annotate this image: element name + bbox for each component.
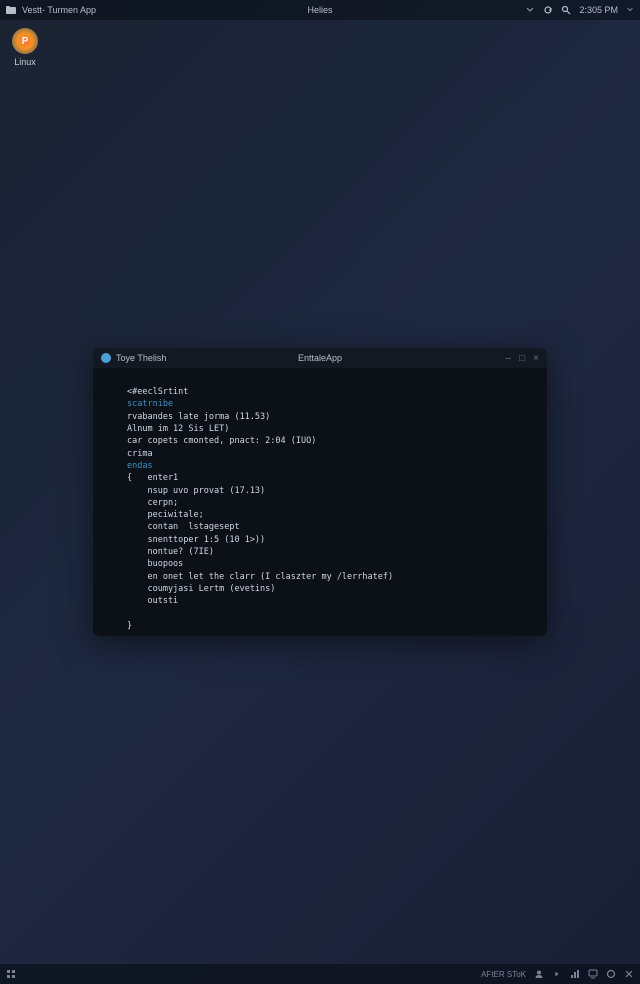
terminal-window: Toye Thelish EnttaleApp – □ × <#eeclSrti… [93,348,547,636]
topbar-left: Vestt- Turmen App [6,5,96,15]
search-icon[interactable] [561,5,571,15]
taskbar-status-text: AFtER SToK [481,970,526,979]
tools-icon[interactable] [624,969,634,979]
close-button[interactable]: × [533,353,539,364]
taskbar-right: AFtER SToK [481,969,634,979]
window-controls: – □ × [506,353,539,364]
minimize-button[interactable]: – [506,353,512,364]
topbar-center-label: Helies [307,5,332,15]
chevron-down-icon[interactable] [626,5,634,15]
terminal-titlebar[interactable]: Toye Thelish EnttaleApp – □ × [93,348,547,368]
desktop-icon-linux[interactable]: P Linux [12,28,38,67]
desktop-icon-label: Linux [14,57,36,67]
top-menubar: Vestt- Turmen App Helies 2:305 PM [0,0,640,20]
folder-icon [6,5,16,15]
app-title: Vestt- Turmen App [22,5,96,15]
terminal-document-name: EnttaleApp [298,353,342,363]
monitor-icon[interactable] [588,969,598,979]
clock-time: 2:305 PM [579,5,618,15]
chart-icon[interactable] [570,969,580,979]
circle-icon[interactable] [606,969,616,979]
caret-icon[interactable] [552,969,562,979]
menu-icon[interactable] [6,969,16,979]
terminal-window-title: Toye Thelish [116,353,166,363]
terminal-content[interactable]: <#eeclSrtint scatrnibe rvabandes late jo… [93,368,547,636]
topbar-right: 2:305 PM [525,4,634,16]
refresh-icon[interactable] [543,5,553,15]
user-icon[interactable] [534,969,544,979]
maximize-button[interactable]: □ [519,353,525,364]
bottom-taskbar: AFtER SToK [0,964,640,984]
terminal-app-icon [101,353,111,363]
terminal-title-left: Toye Thelish [101,353,166,363]
taskbar-left [6,969,16,979]
chevron-down-icon[interactable] [525,4,535,16]
linux-logo-icon: P [12,28,38,54]
